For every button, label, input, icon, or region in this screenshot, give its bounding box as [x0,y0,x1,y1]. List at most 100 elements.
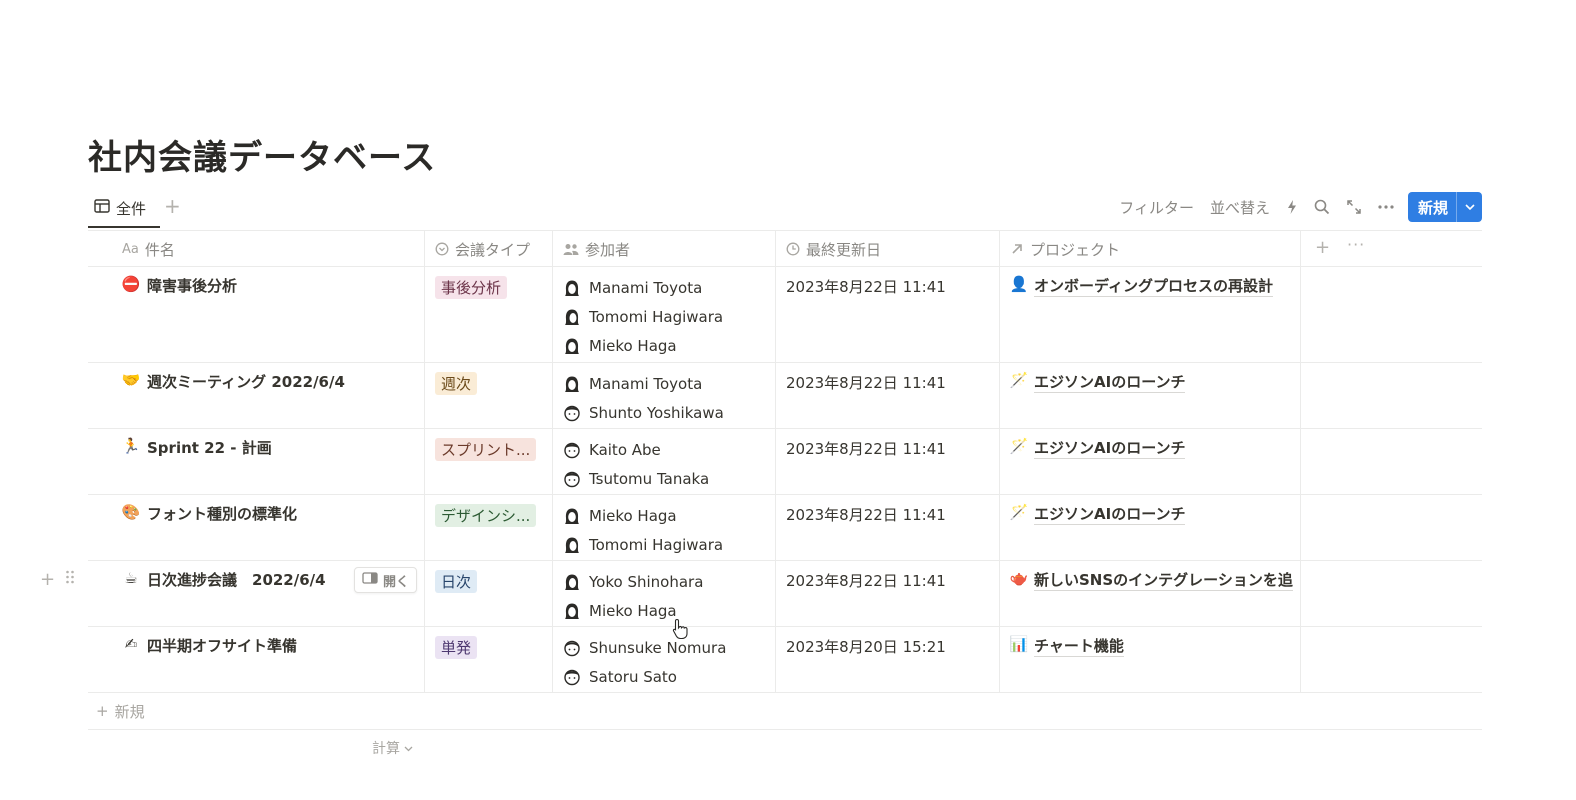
teapot-icon: 🫖 [1009,569,1029,587]
table-row[interactable]: + ☕ 日次進捗会議 2022/6/4 開く 日次 Yoko Shinohara… [40,561,1482,627]
project-link[interactable]: オンボーディングプロセスの再設計 [1034,275,1273,297]
more-icon[interactable] [1378,205,1394,209]
avatar [563,573,581,591]
title-cell[interactable]: ☕ 日次進捗会議 2022/6/4 開く [88,561,425,626]
avatar [563,337,581,355]
type-cell[interactable]: 事後分析 [425,267,553,362]
type-tag: 単発 [435,636,478,659]
tab-all-label: 全件 [116,199,147,218]
project-link[interactable]: エジソンAIのローンチ [1034,437,1186,459]
title-cell[interactable]: 🏃 Sprint 22 - 計画 [88,429,425,494]
updated-cell[interactable]: 2023年8月22日 11:41 [776,429,1000,494]
new-button[interactable]: 新規 [1407,192,1482,222]
updated-cell[interactable]: 2023年8月22日 11:41 [776,363,1000,428]
avatar [563,602,581,620]
person: Tomomi Hagiwara [563,530,775,559]
add-property-button[interactable]: + [1315,237,1330,258]
page-title: 社内会議データベース [88,138,437,178]
search-icon[interactable] [1314,199,1330,215]
avatar [563,375,581,393]
plus-icon: + [96,702,109,720]
open-button-label: 開く [383,574,410,590]
empty-cell [1301,267,1482,362]
table-row[interactable]: 🎨 フォント種別の標準化 デザインシ... Mieko Haga Tomomi … [88,495,1482,561]
column-header-project[interactable]: プロジェクト [1000,231,1301,267]
avatar [563,639,581,657]
sort-button[interactable]: 並べ替え [1210,197,1270,218]
project-cell[interactable]: 🫖 新しいSNSのインテグレーションを追 [1000,561,1301,626]
drag-handle-icon[interactable] [65,569,75,590]
people-property-icon [563,243,579,256]
person: Mieko Haga [563,501,775,530]
avatar [563,536,581,554]
lightning-icon[interactable] [1286,199,1298,215]
table-row[interactable]: 🏃 Sprint 22 - 計画 スプリント... Kaito Abe Tsut… [88,429,1482,495]
table-row[interactable]: ⛔ 障害事後分析 事後分析 Manami Toyota Tomomi Hagiw… [88,267,1482,363]
attendees-cell[interactable]: Manami Toyota Tomomi Hagiwara Mieko Haga [553,267,776,362]
open-button[interactable]: 開く [354,567,418,593]
updated-cell[interactable]: 2023年8月22日 11:41 [776,495,1000,560]
view-bar: 全件 + フィルター 並べ替え 新規 [88,188,1482,230]
person: Mieko Haga [563,331,775,360]
tab-all[interactable]: 全件 [88,188,152,228]
attendees-cell[interactable]: Mieko Haga Tomomi Hagiwara [553,495,776,560]
row-title: Sprint 22 - 計画 [147,439,272,457]
title-cell[interactable]: ⛔ 障害事後分析 [88,267,425,362]
column-header-name[interactable]: Aa 件名 [88,231,425,267]
title-cell[interactable]: 🎨 フォント種別の標準化 [88,495,425,560]
column-header-updated[interactable]: 最終更新日 [776,231,1000,267]
row-title: フォント種別の標準化 [147,505,298,523]
row-title: 日次進捗会議 2022/6/4 [147,571,326,589]
updated-cell[interactable]: 2023年8月22日 11:41 [776,561,1000,626]
title-cell[interactable]: 🤝 週次ミーティング 2022/6/4 [88,363,425,428]
select-property-icon [435,242,449,256]
filter-button[interactable]: フィルター [1119,197,1194,218]
type-tag: 事後分析 [435,276,508,299]
expand-icon[interactable] [1346,199,1362,215]
more-icon[interactable]: ··· [1347,235,1365,254]
row-handle[interactable]: + [40,569,75,590]
avatar [563,668,581,686]
chevron-down-icon[interactable] [1456,192,1482,222]
empty-cell [1301,429,1482,494]
add-row-icon[interactable]: + [40,569,55,590]
table-row[interactable]: ✍ 四半期オフサイト準備 単発 Shunsuke Nomura Satoru S… [88,627,1482,693]
calculate-button[interactable]: 計算 [372,738,413,758]
avatar [563,404,581,422]
project-cell[interactable]: 🪄 エジソンAIのローンチ [1000,429,1301,494]
project-link[interactable]: エジソンAIのローンチ [1034,503,1186,525]
type-cell[interactable]: 日次 [425,561,553,626]
title-cell[interactable]: ✍ 四半期オフサイト準備 [88,627,425,692]
project-cell[interactable]: 🪄 エジソンAIのローンチ [1000,363,1301,428]
person: Satoru Sato [563,662,775,691]
type-cell[interactable]: デザインシ... [425,495,553,560]
table-row[interactable]: 🤝 週次ミーティング 2022/6/4 週次 Manami Toyota Shu… [88,363,1482,429]
attendees-cell[interactable]: Kaito Abe Tsutomu Tanaka [553,429,776,494]
empty-cell [1301,363,1482,428]
avatar [563,507,581,525]
column-header-attendees[interactable]: 参加者 [553,231,776,267]
add-new-row-button[interactable]: + 新規 [88,693,1482,730]
attendees-cell[interactable]: Manami Toyota Shunto Yoshikawa [553,363,776,428]
project-cell[interactable]: 🪄 エジソンAIのローンチ [1000,495,1301,560]
type-cell[interactable]: 単発 [425,627,553,692]
add-view-button[interactable]: + [164,194,181,218]
type-cell[interactable]: 週次 [425,363,553,428]
updated-cell[interactable]: 2023年8月20日 15:21 [776,627,1000,692]
avatar [563,279,581,297]
magic-wand-icon: 🪄 [1009,437,1029,455]
person: Mieko Haga [563,596,775,625]
project-cell[interactable]: 👤 オンボーディングプロセスの再設計 [1000,267,1301,362]
column-header-type[interactable]: 会議タイプ [425,231,553,267]
chevron-down-icon [404,740,413,756]
attendees-cell[interactable]: Shunsuke Nomura Satoru Sato [553,627,776,692]
row-title: 四半期オフサイト準備 [147,637,298,655]
person: Manami Toyota [563,273,775,302]
project-link[interactable]: 新しいSNSのインテグレーションを追 [1034,569,1293,591]
project-cell[interactable]: 📊 チャート機能 [1000,627,1301,692]
attendees-cell[interactable]: Yoko Shinohara Mieko Haga [553,561,776,626]
updated-cell[interactable]: 2023年8月22日 11:41 [776,267,1000,362]
project-link[interactable]: エジソンAIのローンチ [1034,371,1186,393]
type-cell[interactable]: スプリント... [425,429,553,494]
project-link[interactable]: チャート機能 [1034,635,1124,657]
